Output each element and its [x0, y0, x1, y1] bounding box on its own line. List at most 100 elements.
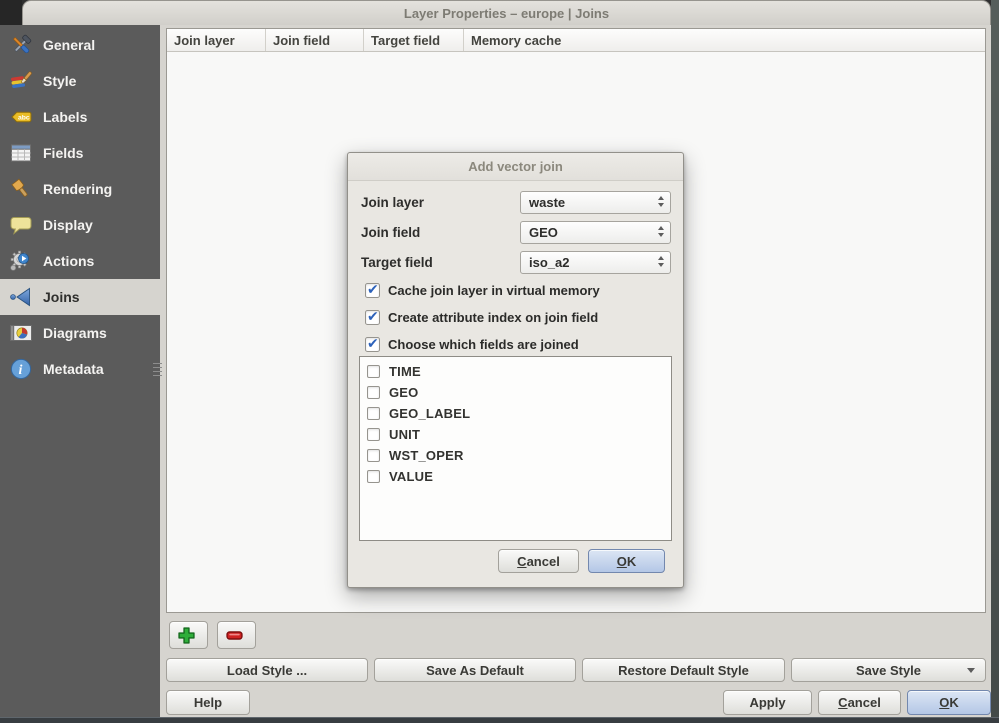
choose-fields-label: Choose which fields are joined [388, 337, 579, 352]
sidebar-item-label: Fields [43, 145, 83, 161]
join-layer-value: waste [529, 195, 565, 210]
gear-action-icon [8, 248, 34, 274]
sidebar-item-general[interactable]: General [0, 27, 160, 63]
sidebar-item-actions[interactable]: Actions [0, 243, 160, 279]
field-name: TIME [389, 364, 421, 379]
dialog-ok-label: OK [617, 554, 637, 569]
column-header-join-layer: Join layer [167, 29, 265, 51]
join-layer-label: Join layer [361, 191, 424, 214]
splitter-grip[interactable] [153, 363, 162, 377]
checkbox [365, 337, 380, 352]
sidebar-item-labels[interactable]: abc Labels [0, 99, 160, 135]
plus-icon [176, 625, 202, 646]
create-index-checkbox-row[interactable]: Create attribute index on join field [365, 308, 598, 326]
join-field-value: GEO [529, 225, 558, 240]
sidebar-item-label: Metadata [43, 361, 104, 377]
ok-button[interactable]: OK [907, 690, 991, 715]
spin-up-icon [658, 226, 664, 230]
field-list-item[interactable]: GEO_LABEL [360, 403, 671, 424]
column-header-join-field: Join field [265, 29, 363, 51]
restore-default-style-button[interactable]: Restore Default Style [582, 658, 785, 682]
dialog-ok-button[interactable]: OK [588, 549, 665, 573]
sidebar-item-label: Rendering [43, 181, 112, 197]
join-field-combo[interactable]: GEO [520, 221, 671, 244]
field-name: GEO_LABEL [389, 406, 470, 421]
sidebar-item-style[interactable]: Style [0, 63, 160, 99]
target-field-label: Target field [361, 251, 433, 274]
load-style-button[interactable]: Load Style ... [166, 658, 368, 682]
spinner-icons [658, 226, 664, 237]
cancel-label: Cancel [838, 695, 881, 710]
sidebar-item-label: Labels [43, 109, 87, 125]
sidebar-item-label: General [43, 37, 95, 53]
choose-fields-checkbox-row[interactable]: Choose which fields are joined [365, 335, 579, 353]
save-as-default-button[interactable]: Save As Default [374, 658, 576, 682]
checkbox [367, 428, 380, 441]
joins-table-header: Join layer Join field Target field Memor… [167, 29, 985, 52]
save-as-default-label: Save As Default [426, 663, 524, 678]
field-name: GEO [389, 385, 419, 400]
field-name: UNIT [389, 427, 420, 442]
spin-down-icon [658, 263, 664, 267]
remove-join-button[interactable] [217, 621, 256, 649]
help-button[interactable]: Help [166, 690, 250, 715]
dialog-titlebar[interactable]: Add vector join [348, 153, 683, 181]
dialog-cancel-button[interactable]: Cancel [498, 549, 579, 573]
add-join-button[interactable] [169, 621, 208, 649]
sidebar-item-fields[interactable]: Fields [0, 135, 160, 171]
rendering-brush-icon [8, 176, 34, 202]
field-list-item[interactable]: WST_OPER [360, 445, 671, 466]
window-titlebar[interactable]: Layer Properties – europe | Joins [22, 0, 991, 25]
field-list-item[interactable]: GEO [360, 382, 671, 403]
sidebar-item-label: Actions [43, 253, 94, 269]
field-list-item[interactable]: TIME [360, 361, 671, 382]
sidebar-item-label: Display [43, 217, 93, 233]
tools-icon [8, 32, 34, 58]
field-list-item[interactable]: UNIT [360, 424, 671, 445]
add-vector-join-dialog: Add vector join Join layer waste Join fi… [347, 152, 684, 588]
spinner-icons [658, 256, 664, 267]
checkbox [365, 310, 380, 325]
target-field-combo[interactable]: iso_a2 [520, 251, 671, 274]
help-label: Help [194, 695, 222, 710]
speech-bubble-icon [8, 212, 34, 238]
ok-label: OK [939, 695, 959, 710]
sidebar: General Style abc [0, 25, 160, 717]
sidebar-item-metadata[interactable]: i Metadata [0, 351, 160, 387]
join-arrow-icon [8, 284, 34, 310]
join-field-label: Join field [361, 221, 420, 244]
svg-text:abc: abc [18, 115, 30, 122]
window-title: Layer Properties – europe | Joins [404, 6, 609, 21]
field-list-item[interactable]: VALUE [360, 466, 671, 487]
sidebar-item-diagrams[interactable]: Diagrams [0, 315, 160, 351]
spinner-icons [658, 196, 664, 207]
layer-properties-window: Layer Properties – europe | Joins Genera… [0, 0, 999, 723]
cancel-button[interactable]: Cancel [818, 690, 901, 715]
apply-button[interactable]: Apply [723, 690, 812, 715]
restore-default-style-label: Restore Default Style [618, 663, 749, 678]
paintbrush-icon [8, 68, 34, 94]
save-style-label: Save Style [856, 663, 921, 678]
field-name: WST_OPER [389, 448, 464, 463]
minus-icon [224, 625, 250, 646]
dropdown-arrow-icon [967, 668, 975, 673]
target-field-value: iso_a2 [529, 255, 569, 270]
load-style-label: Load Style ... [227, 663, 307, 678]
sidebar-item-joins[interactable]: Joins [0, 279, 160, 315]
window-border-bottom [0, 717, 999, 723]
sidebar-item-label: Diagrams [43, 325, 107, 341]
sidebar-item-display[interactable]: Display [0, 207, 160, 243]
column-header-memory-cache: Memory cache [463, 29, 985, 51]
spin-up-icon [658, 256, 664, 260]
checkbox [367, 407, 380, 420]
info-icon: i [8, 356, 34, 382]
svg-text:i: i [19, 363, 23, 378]
join-layer-combo[interactable]: waste [520, 191, 671, 214]
cache-join-checkbox-row[interactable]: Cache join layer in virtual memory [365, 281, 600, 299]
checkbox [367, 449, 380, 462]
joined-fields-list: TIME GEO GEO_LABEL UNIT WST_OPER VALUE [359, 356, 672, 541]
checkbox [367, 470, 380, 483]
sidebar-item-rendering[interactable]: Rendering [0, 171, 160, 207]
save-style-button[interactable]: Save Style [791, 658, 986, 682]
abc-tag-icon: abc [8, 104, 34, 130]
